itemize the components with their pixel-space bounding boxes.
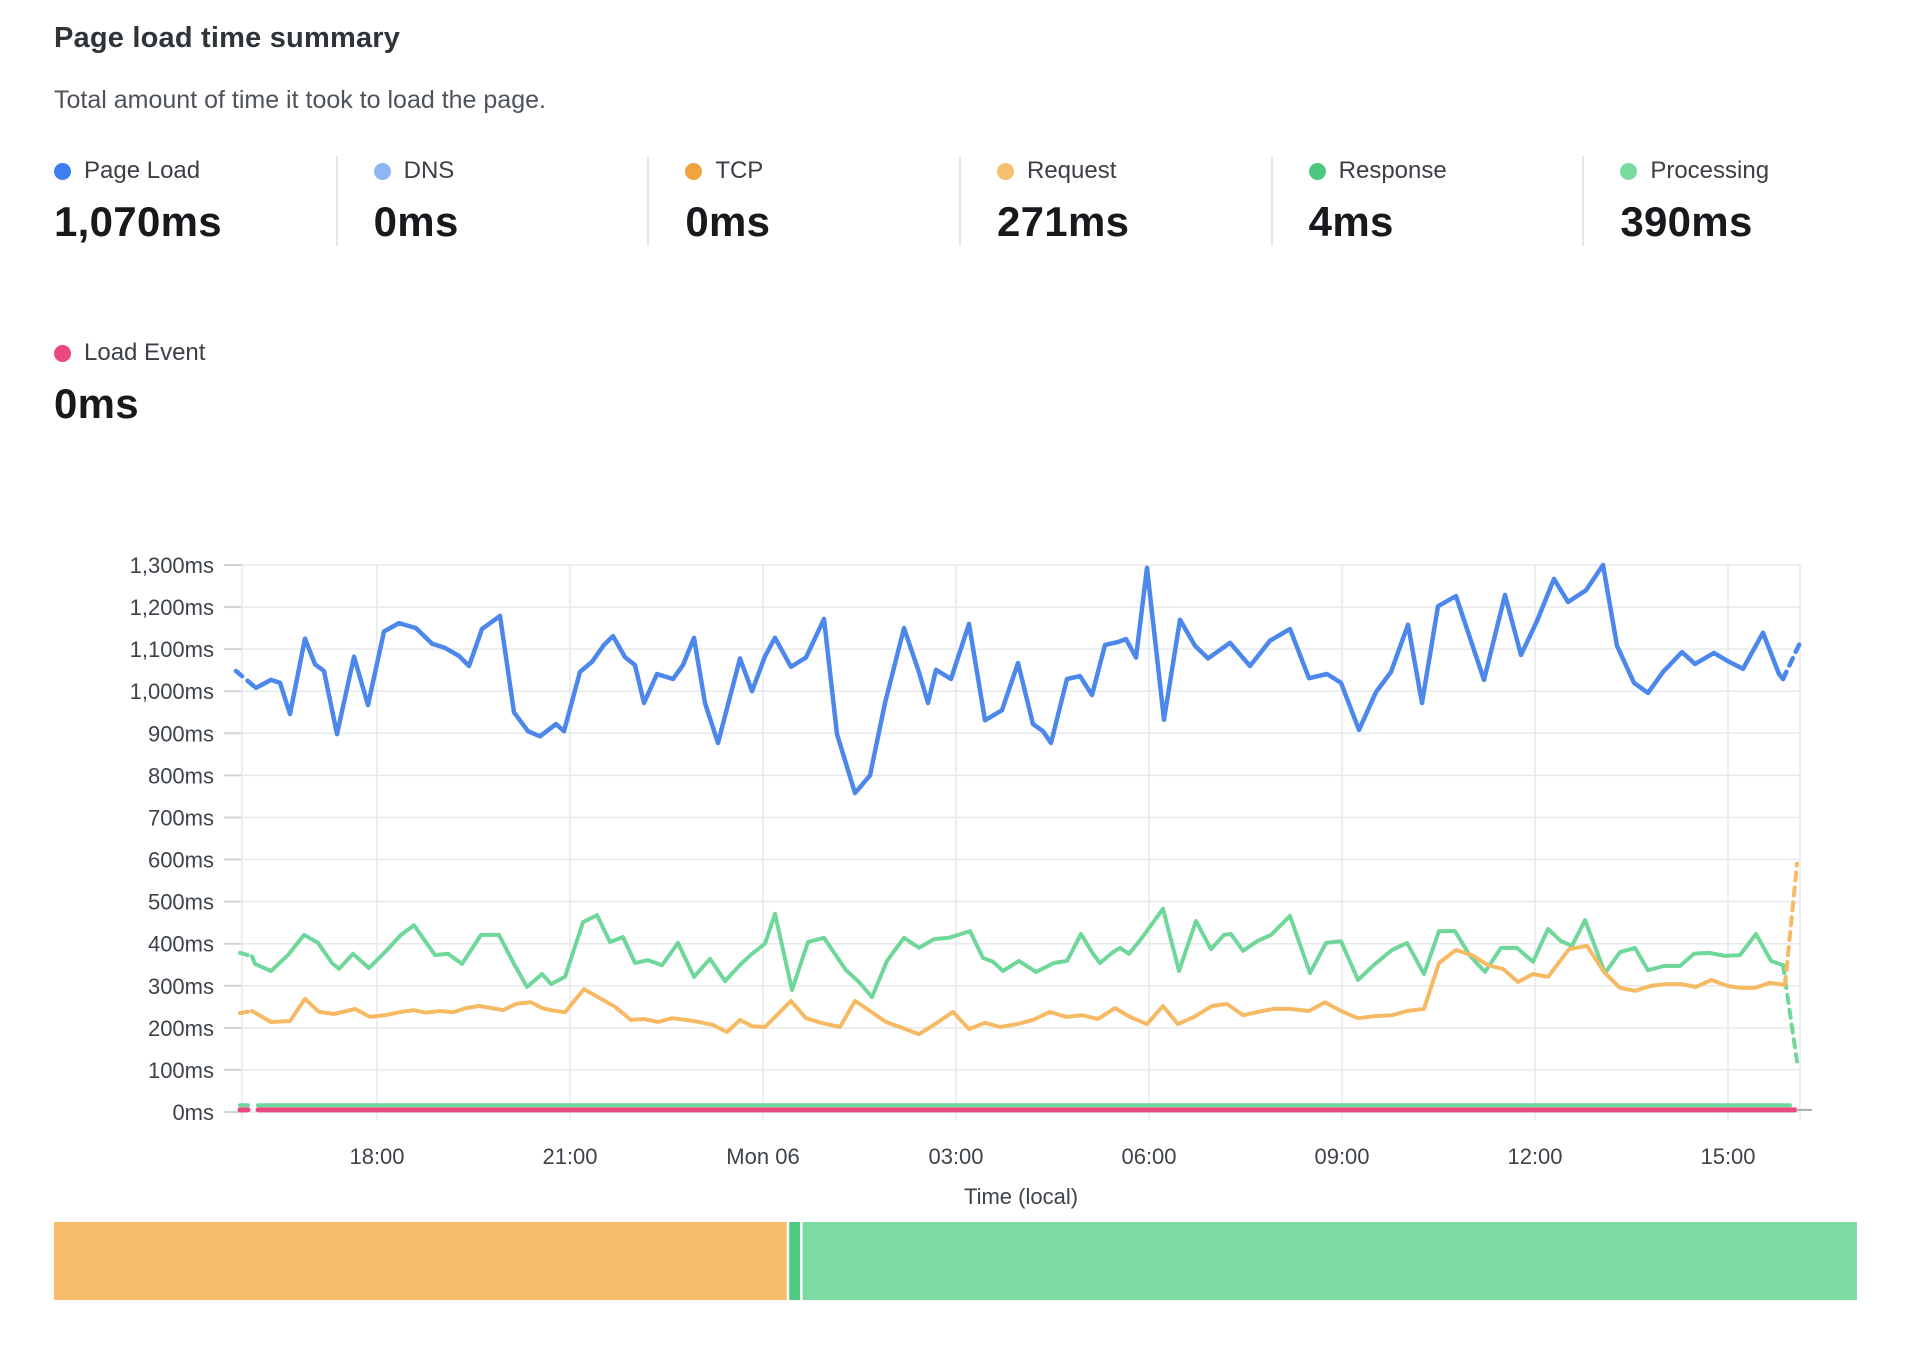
y-axis-label: 600ms xyxy=(148,848,214,873)
series-lead-dash-page-load xyxy=(236,671,256,688)
y-axis-label: 1,000ms xyxy=(130,679,214,704)
x-axis-tick-label: 03:00 xyxy=(928,1144,983,1169)
y-axis-label: 1,200ms xyxy=(130,595,214,620)
y-axis-label: 100ms xyxy=(148,1058,214,1083)
y-axis-label: 1,100ms xyxy=(130,637,214,662)
waterfall-segment-request xyxy=(54,1222,787,1300)
x-axis-title: Time (local) xyxy=(964,1184,1078,1209)
y-axis-label: 800ms xyxy=(148,763,214,788)
y-axis-label: 700ms xyxy=(148,805,214,830)
y-axis-label: 1,300ms xyxy=(130,553,214,578)
waterfall-segment-processing xyxy=(803,1222,1857,1300)
x-axis-tick-label: 18:00 xyxy=(349,1144,404,1169)
series-tail-dash-page-load xyxy=(1783,643,1800,679)
y-axis-label: 0ms xyxy=(172,1100,214,1125)
waterfall-segment-response xyxy=(789,1222,800,1300)
y-axis-label: 200ms xyxy=(148,1016,214,1041)
y-axis-label: 900ms xyxy=(148,721,214,746)
series-line-processing xyxy=(252,909,1783,997)
x-axis-tick-label: 21:00 xyxy=(542,1144,597,1169)
y-axis-label: 300ms xyxy=(148,974,214,999)
y-axis-label: 400ms xyxy=(148,932,214,957)
x-axis-tick-label: 15:00 xyxy=(1700,1144,1755,1169)
x-axis-tick-label: 12:00 xyxy=(1507,1144,1562,1169)
series-line-page-load xyxy=(256,565,1783,793)
load-time-chart: 0ms 100ms 200ms 300ms 400ms 500ms 600ms 700ms 80… xyxy=(0,0,1910,1352)
page-load-summary-panel: Page load time summary Total amount of t… xyxy=(0,0,1910,1352)
x-axis-tick-label: Mon 06 xyxy=(726,1144,799,1169)
x-axis-tick-label: 09:00 xyxy=(1314,1144,1369,1169)
y-axis-label: 500ms xyxy=(148,890,214,915)
series-tail-dash-request xyxy=(1785,864,1797,985)
x-axis-tick-label: 06:00 xyxy=(1121,1144,1176,1169)
